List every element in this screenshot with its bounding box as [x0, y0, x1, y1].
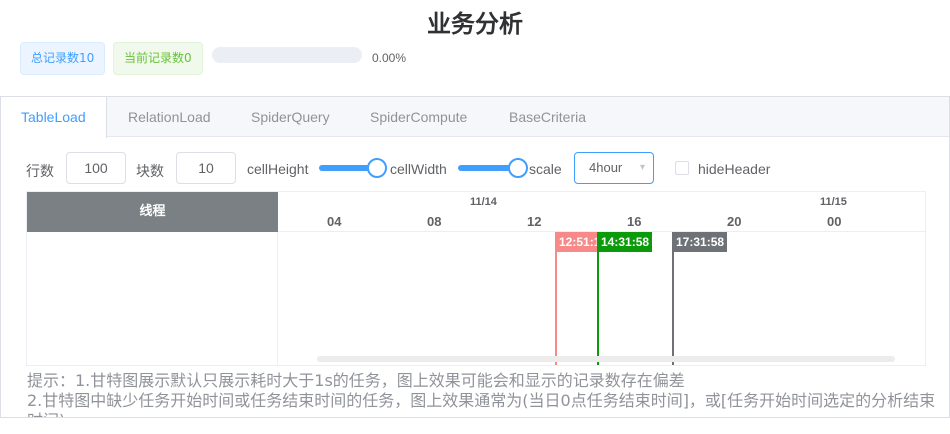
gantt-hour-label: 16	[627, 214, 642, 229]
rows-label: 行数	[26, 163, 54, 179]
gantt-time-marker-line	[555, 232, 557, 365]
scale-select-value: 4hour	[589, 160, 623, 175]
blocks-label: 块数	[136, 163, 164, 179]
rows-input[interactable]: 100	[66, 152, 126, 184]
hint-line-2: 2.甘特图中缺少任务开始时间或任务结束时间的任务，图上效果通常为(当日0点任务结…	[27, 391, 936, 410]
blocks-input[interactable]: 10	[176, 152, 236, 184]
cell-width-slider-handle[interactable]	[508, 158, 528, 178]
cell-width-slider[interactable]	[458, 158, 528, 178]
chevron-down-icon: ▾	[639, 162, 645, 173]
cell-width-label: cellWidth	[390, 161, 447, 177]
page-title: 业务分析	[427, 10, 523, 38]
hide-header-checkbox[interactable]	[675, 161, 689, 175]
tab-relationload[interactable]: RelationLoad	[108, 97, 231, 137]
tab-spiderquery[interactable]: SpiderQuery	[231, 97, 350, 137]
gantt-hour-label: 12	[527, 214, 542, 229]
cell-height-slider-handle[interactable]	[367, 158, 387, 178]
gantt-chart: 线程 11/14 11/15 04 08 12 16 20 00 12:51:1…	[26, 191, 926, 366]
tab-tableload[interactable]: TableLoad	[1, 97, 107, 138]
tab-spidercompute[interactable]: SpiderCompute	[350, 97, 487, 137]
gantt-time-marker-label: 17:31:58	[673, 232, 728, 252]
scale-label: scale	[529, 161, 562, 177]
hide-header-label[interactable]: hideHeader	[698, 161, 770, 177]
gantt-hour-label: 08	[427, 214, 442, 229]
gantt-hour-label: 20	[727, 214, 742, 229]
gantt-hour-label: 00	[827, 214, 842, 229]
hint-line-3: 时间)	[27, 407, 65, 417]
progress-bar	[212, 47, 362, 63]
gantt-thread-header: 线程	[27, 192, 278, 232]
gantt-time-marker-label: 14:31:58	[598, 232, 653, 252]
tab-bar: TableLoad RelationLoad SpiderQuery Spide…	[1, 97, 949, 138]
gantt-date-label: 11/15	[820, 196, 847, 208]
cell-height-slider[interactable]	[319, 158, 387, 178]
gantt-time-marker-line	[672, 232, 674, 365]
progress-percent: 0.00%	[372, 51, 407, 65]
gantt-hour-label: 04	[327, 214, 342, 229]
analysis-tabs-card: TableLoad RelationLoad SpiderQuery Spide…	[0, 96, 950, 418]
gantt-time-header: 11/14 11/15 04 08 12 16 20 00	[278, 192, 925, 232]
gantt-time-marker-line	[597, 232, 599, 365]
scale-select[interactable]: 4hour ▾	[574, 152, 654, 184]
gantt-time-marker-label: 12:51:1	[556, 232, 598, 252]
gantt-horizontal-scrollbar[interactable]	[317, 356, 895, 362]
current-records-badge: 当前记录数0	[113, 42, 203, 75]
total-records-badge: 总记录数10	[20, 42, 106, 75]
tab-basecriteria[interactable]: BaseCriteria	[489, 97, 606, 137]
gantt-thread-column	[27, 232, 278, 365]
cell-height-label: cellHeight	[247, 161, 309, 177]
gantt-date-label: 11/14	[470, 196, 497, 208]
